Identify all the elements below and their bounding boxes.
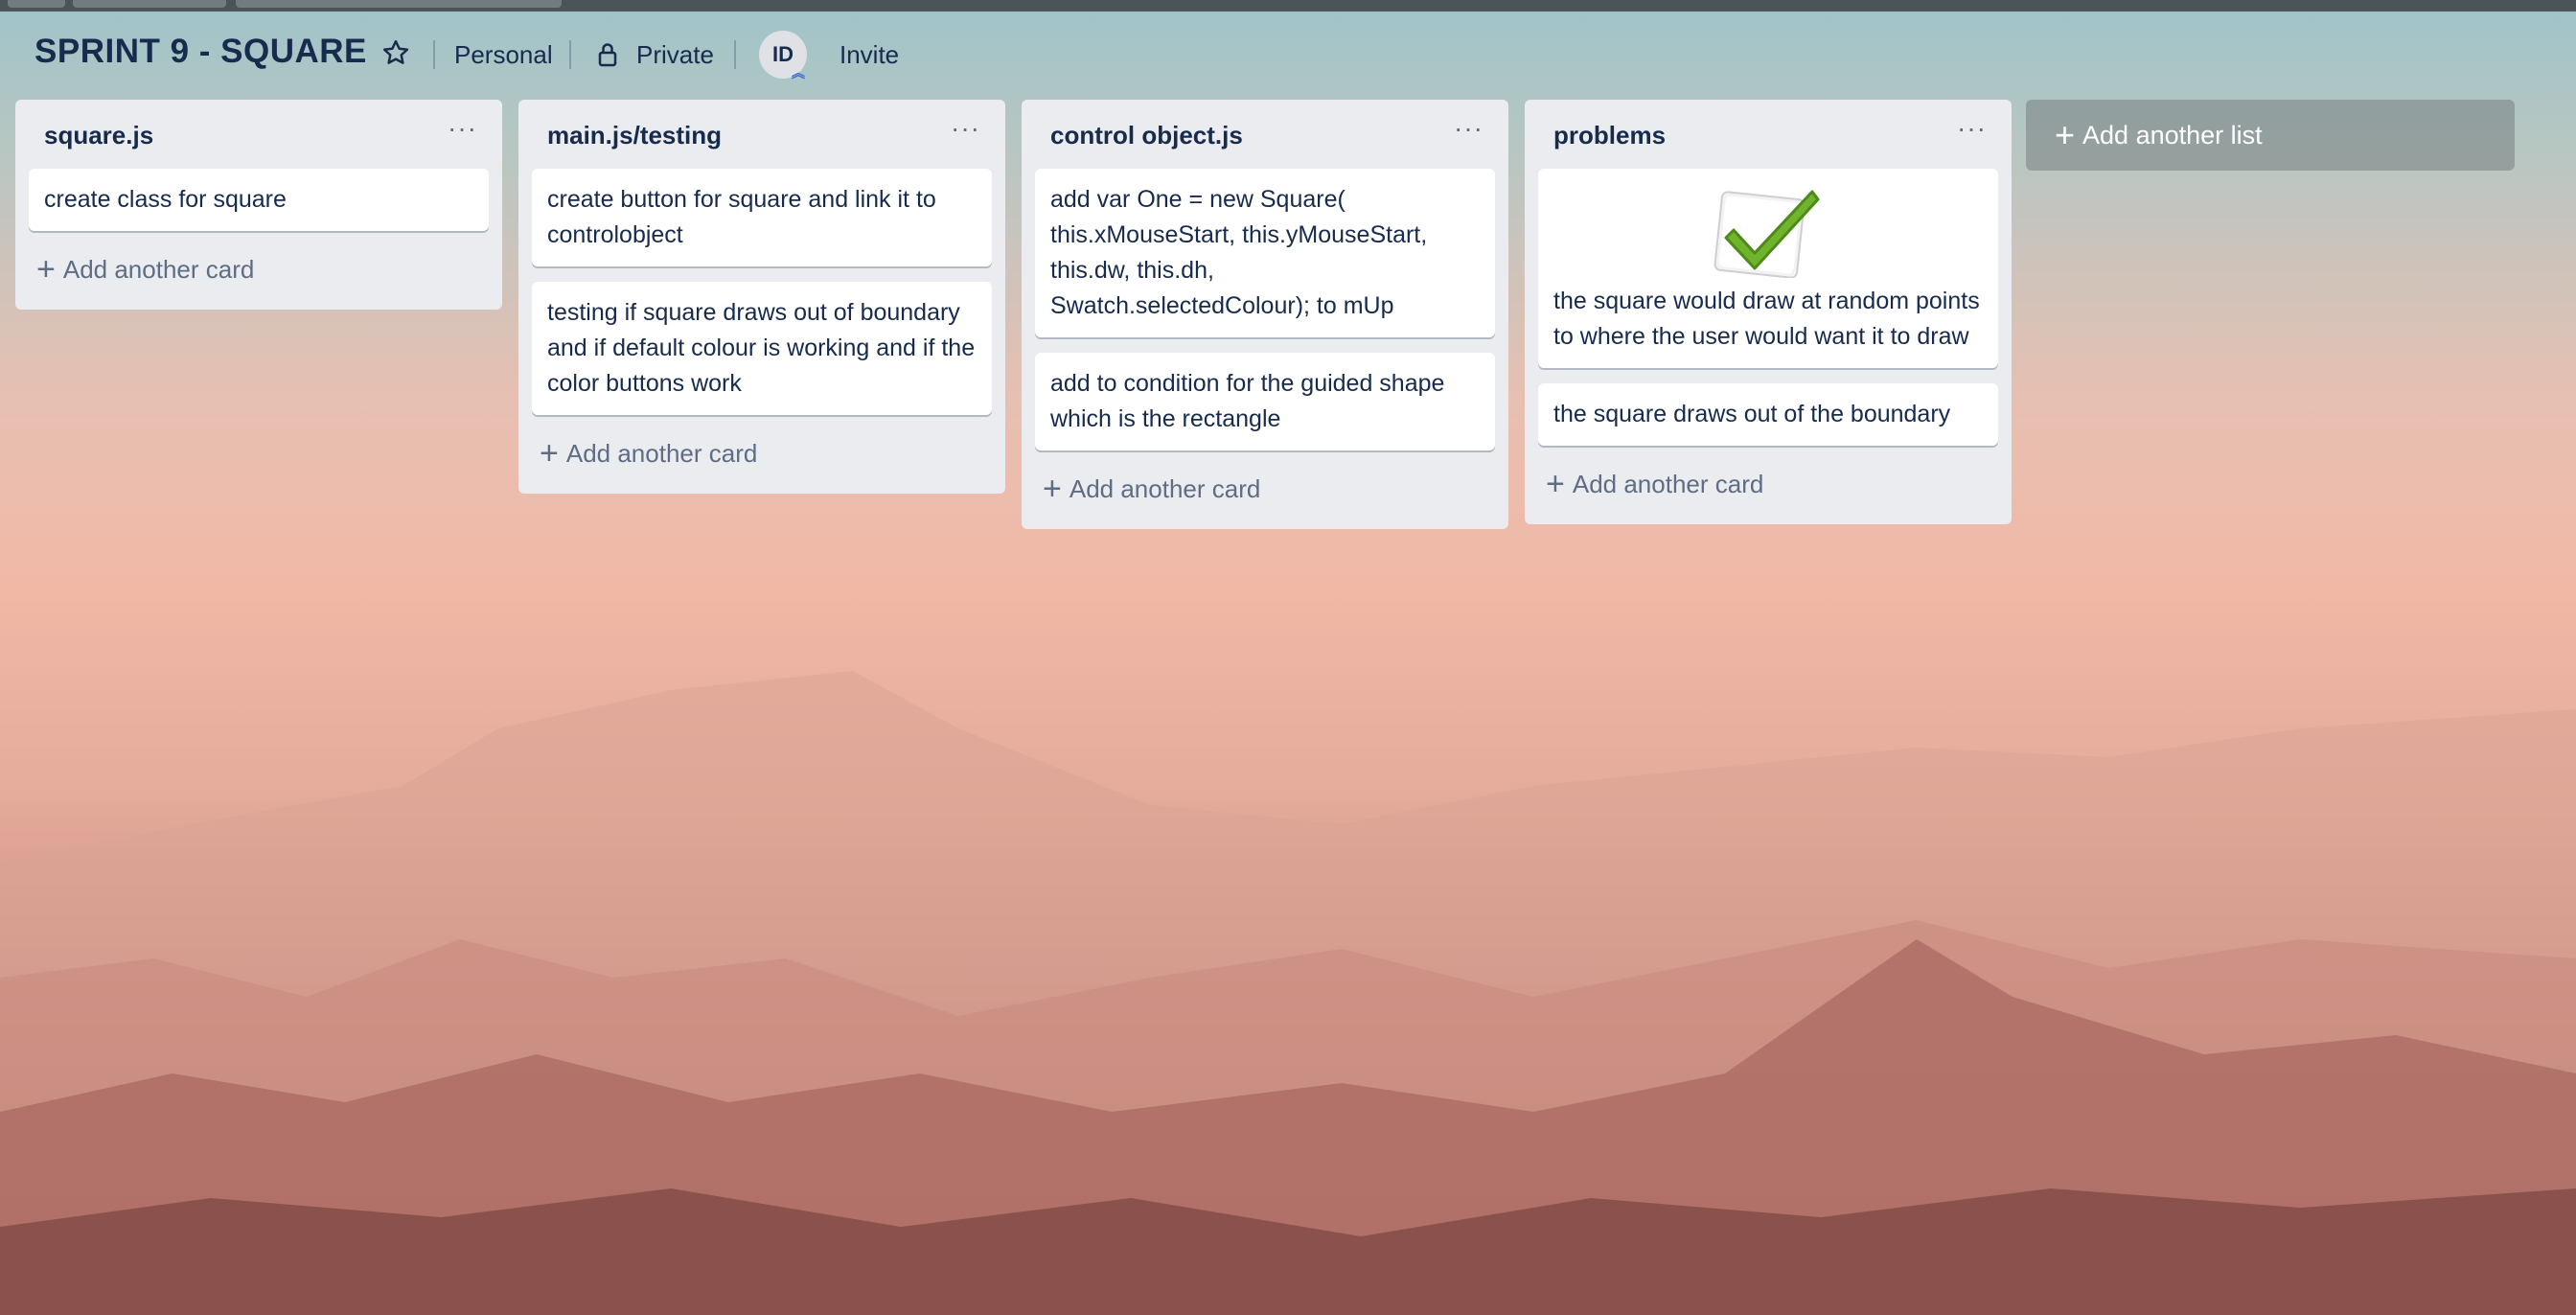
list-control-object-js: control object.js ··· add var One = new … xyxy=(1022,100,1508,529)
green-checkmark-image xyxy=(1714,190,1820,278)
card[interactable]: testing if square draws out of boundary … xyxy=(532,282,992,415)
card[interactable]: add to condition for the guided shape wh… xyxy=(1035,353,1495,450)
add-card-button[interactable]: + Add another card xyxy=(1538,457,1998,511)
visibility-button[interactable]: Private xyxy=(636,40,714,70)
card-with-image[interactable]: the square would draw at random points t… xyxy=(1538,169,1998,368)
add-card-button[interactable]: + Add another card xyxy=(29,242,489,296)
member-avatar[interactable]: ID ︽ xyxy=(759,31,807,81)
workspace-button[interactable]: Personal xyxy=(454,40,553,70)
admin-chevron-icon: ︽ xyxy=(792,65,805,81)
card-text: the square would draw at random points t… xyxy=(1553,288,1980,350)
avatar-initials: ID xyxy=(772,42,794,66)
add-card-label: Add another card xyxy=(1572,469,1764,498)
plus-icon: + xyxy=(1546,466,1565,502)
header-divider xyxy=(734,40,736,69)
plus-icon: + xyxy=(540,435,559,472)
add-card-button[interactable]: + Add another card xyxy=(532,427,992,480)
browser-top-strip xyxy=(0,0,2576,12)
card[interactable]: create button for square and link it to … xyxy=(532,169,992,266)
list-title[interactable]: main.js/testing xyxy=(547,121,722,150)
more-horizontal-icon[interactable]: ··· xyxy=(448,113,477,144)
plus-icon: + xyxy=(36,251,56,288)
add-card-label: Add another card xyxy=(565,438,758,468)
card[interactable]: create class for square xyxy=(29,169,489,231)
board-header: SPRINT 9 - SQUARE Personal Private ID ︽ … xyxy=(0,12,2576,100)
add-card-label: Add another card xyxy=(62,254,255,284)
add-list-button[interactable]: + Add another list xyxy=(2026,100,2515,171)
list-title[interactable]: square.js xyxy=(44,121,153,150)
header-divider xyxy=(433,40,435,69)
list-main-js-testing: main.js/testing ··· create button for sq… xyxy=(518,100,1005,494)
list-problems: problems ··· the square would draw at ra… xyxy=(1525,100,2012,524)
card[interactable]: the square draws out of the boundary xyxy=(1538,383,1998,446)
more-horizontal-icon[interactable]: ··· xyxy=(1957,113,1987,144)
list-square-js: square.js ··· create class for square + … xyxy=(15,100,502,310)
more-horizontal-icon[interactable]: ··· xyxy=(951,113,980,144)
plus-icon: + xyxy=(1043,471,1062,507)
invite-button[interactable]: Invite xyxy=(840,40,899,70)
board-title[interactable]: SPRINT 9 - SQUARE xyxy=(34,33,367,71)
header-divider xyxy=(569,40,571,69)
plus-icon: + xyxy=(2055,115,2076,154)
list-title[interactable]: problems xyxy=(1553,121,1666,150)
list-title[interactable]: control object.js xyxy=(1050,121,1243,150)
card[interactable]: add var One = new Square( this.xMouseSta… xyxy=(1035,169,1495,337)
star-icon[interactable] xyxy=(381,38,410,67)
add-card-label: Add another card xyxy=(1069,473,1261,503)
add-list-label: Add another list xyxy=(2082,120,2263,150)
more-horizontal-icon[interactable]: ··· xyxy=(1454,113,1484,144)
lock-icon xyxy=(598,43,617,67)
add-card-button[interactable]: + Add another card xyxy=(1035,462,1495,516)
